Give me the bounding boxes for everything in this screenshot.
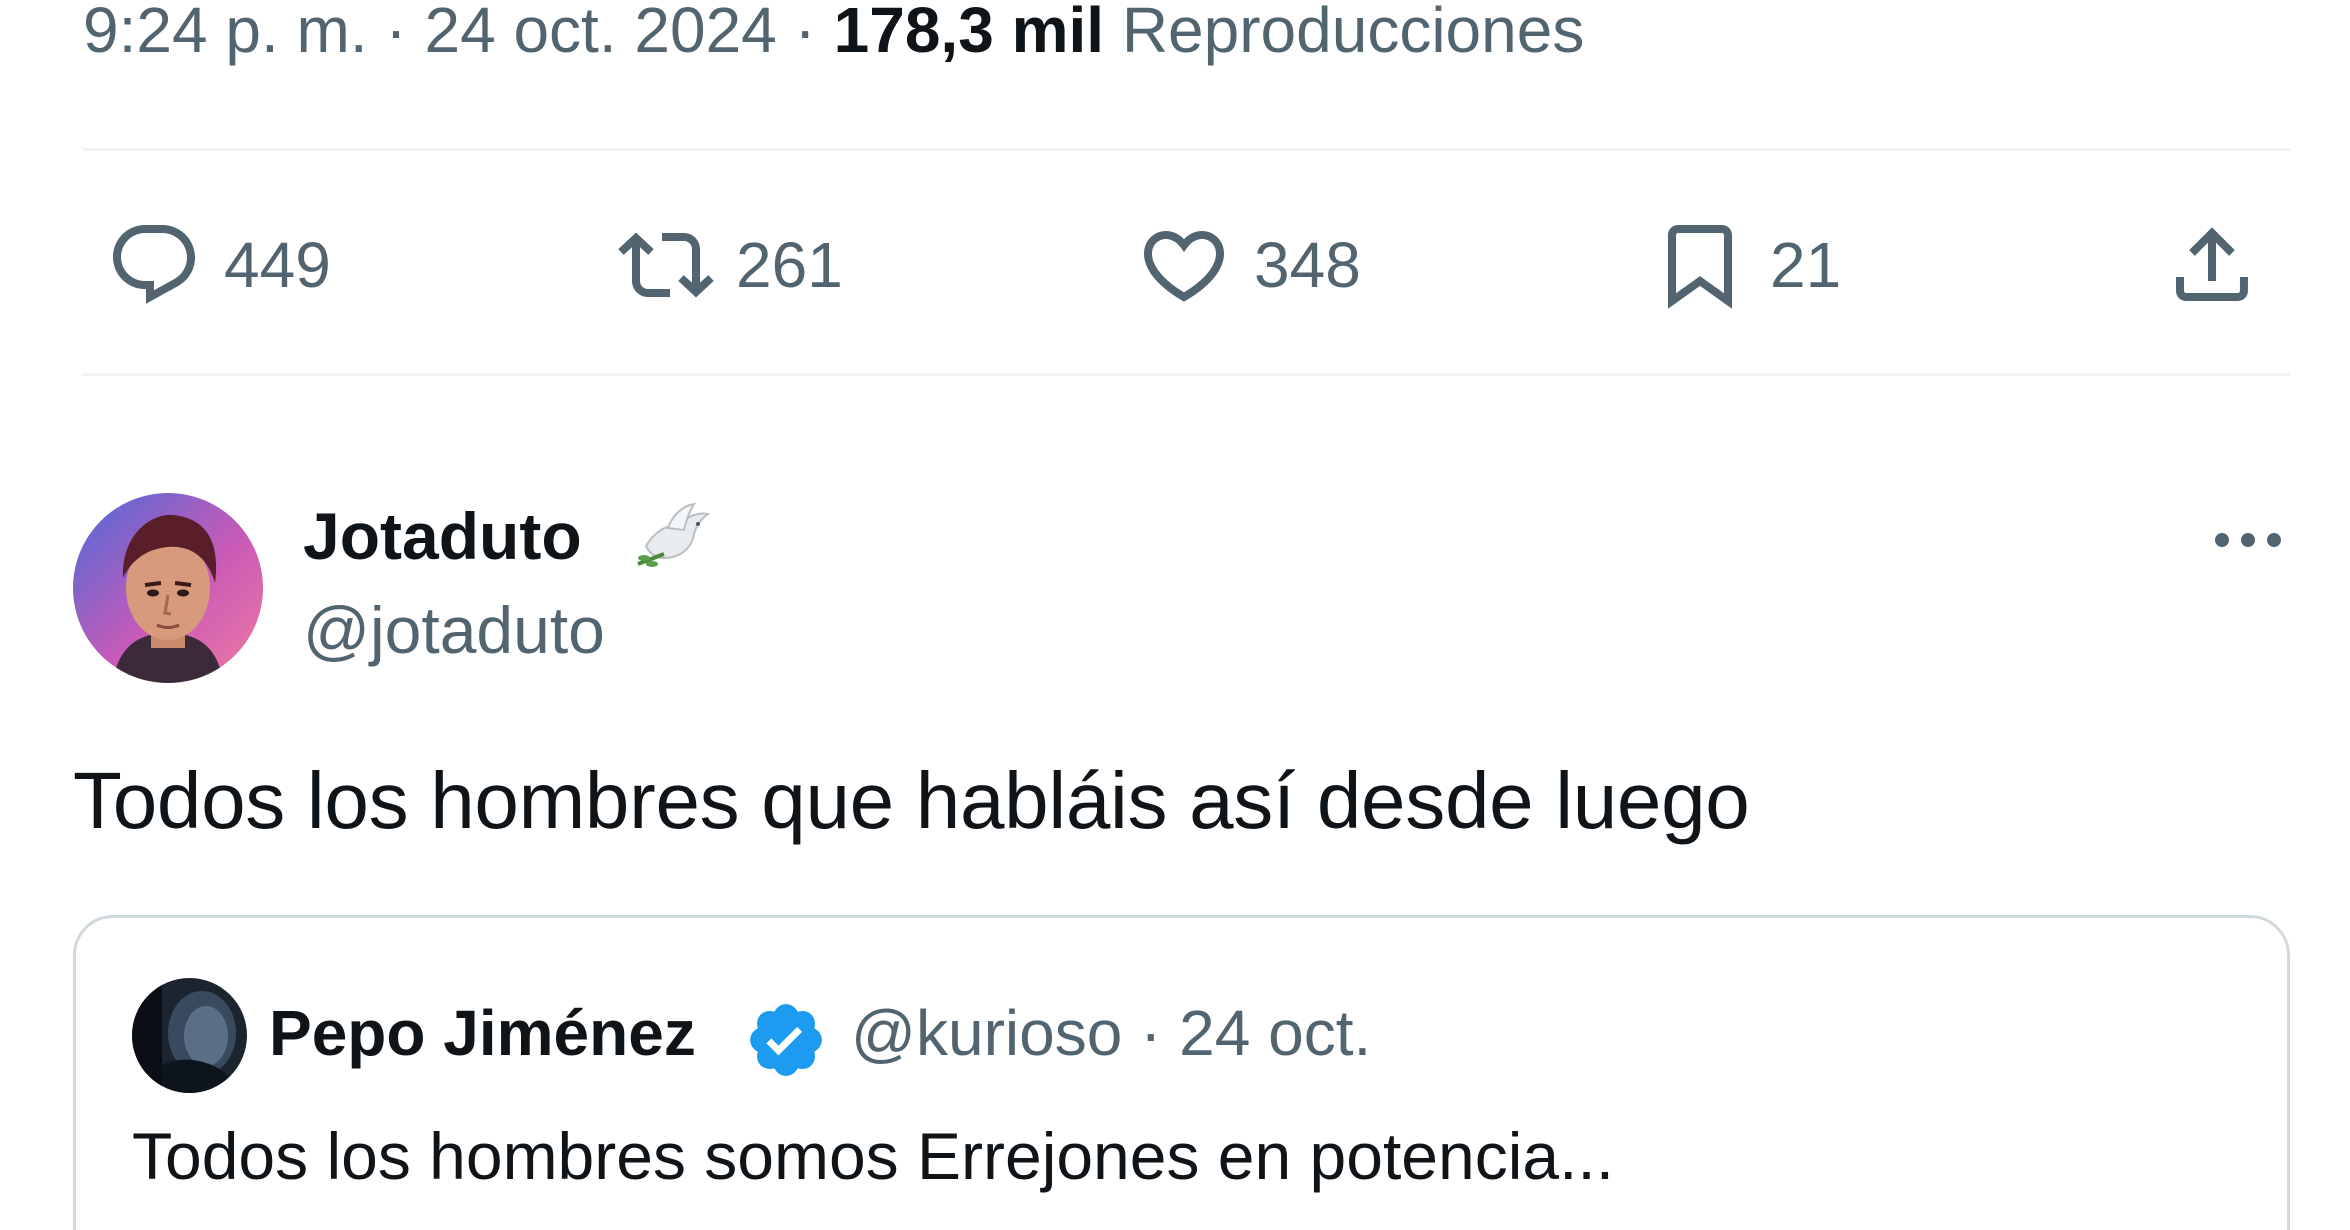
heart-icon xyxy=(1143,231,1225,302)
divider xyxy=(83,148,2290,151)
avatar[interactable] xyxy=(73,493,263,683)
share-button[interactable] xyxy=(2164,210,2260,320)
quoted-avatar-photo xyxy=(132,978,247,1093)
tweet-detail-page: 9:24 p. m. · 24 oct. 2024 · 178,3 mil Re… xyxy=(0,0,2350,1230)
quoted-display-name[interactable]: Pepo Jiménez xyxy=(269,996,696,1070)
retweet-count: 261 xyxy=(736,229,843,301)
like-count: 348 xyxy=(1254,229,1361,301)
dove-icon xyxy=(637,502,711,567)
quoted-tweet[interactable]: Pepo Jiménez @kurioso · 24 oct. Todos lo… xyxy=(73,915,2290,1230)
divider xyxy=(83,373,2290,376)
tweet-time[interactable]: 9:24 p. m. xyxy=(83,0,368,66)
bookmark-button[interactable]: 21 xyxy=(1652,210,1841,320)
quoted-date[interactable]: 24 oct. xyxy=(1179,997,1371,1069)
views-count: 178,3 mil xyxy=(833,0,1105,66)
meta-separator: · xyxy=(385,0,407,66)
verified-badge-icon xyxy=(750,1004,822,1076)
reply-icon xyxy=(113,225,196,304)
meta-separator: · xyxy=(1140,997,1162,1069)
share-icon xyxy=(2176,227,2248,301)
tweet-text: Todos los hombres que habláis así desde … xyxy=(73,756,1750,845)
reply-count: 449 xyxy=(224,229,331,301)
quoted-handle-row: @kurioso · 24 oct. xyxy=(851,996,1371,1070)
bookmark-icon xyxy=(1668,225,1732,309)
quoted-handle[interactable]: @kurioso xyxy=(851,997,1122,1069)
tweet-date[interactable]: 24 oct. 2024 xyxy=(424,0,776,66)
meta-separator: · xyxy=(794,0,816,66)
avatar-illustration xyxy=(73,493,263,683)
tweet-meta-line: 9:24 p. m. · 24 oct. 2024 · 178,3 mil Re… xyxy=(83,0,1584,70)
user-handle[interactable]: @jotaduto xyxy=(303,592,605,668)
reply-button[interactable]: 449 xyxy=(106,210,331,320)
like-button[interactable]: 348 xyxy=(1136,210,1361,320)
quoted-tweet-text: Todos los hombres somos Errejones en pot… xyxy=(132,1119,1615,1193)
retweet-button[interactable]: 261 xyxy=(618,210,843,320)
user-display-name[interactable]: Jotaduto xyxy=(303,498,582,574)
retweet-icon xyxy=(618,232,714,298)
quoted-avatar[interactable] xyxy=(132,978,247,1093)
bookmark-count: 21 xyxy=(1770,229,1842,301)
more-options-icon[interactable] xyxy=(2210,520,2286,560)
views-label: Reproducciones xyxy=(1121,0,1585,66)
